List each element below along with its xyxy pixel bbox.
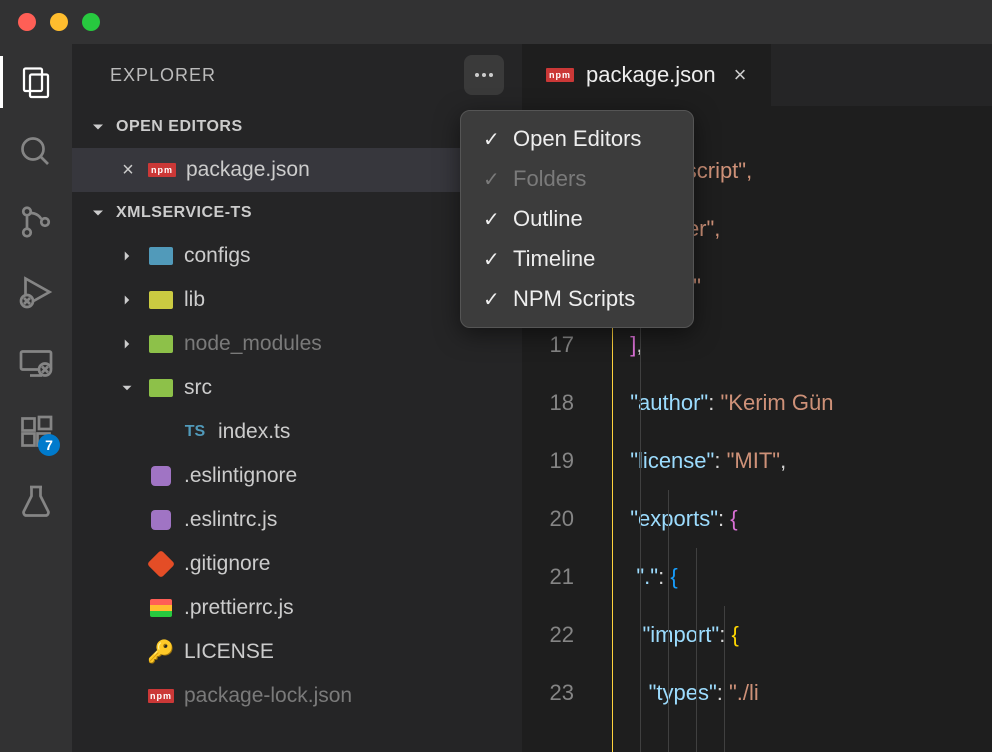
project-section[interactable]: XMLSERVICE-TS xyxy=(72,192,522,234)
tree-item-LICENSE[interactable]: 🔑 LICENSE xyxy=(72,630,522,674)
file-icon: TS xyxy=(182,419,208,445)
chevron-icon xyxy=(116,335,138,353)
tree-item-label: lib xyxy=(184,288,205,312)
chevron-icon xyxy=(116,247,138,265)
tree-item--prettierrc-js[interactable]: .prettierrc.js xyxy=(72,586,522,630)
tree-item-label: configs xyxy=(184,244,251,268)
menu-item-folders[interactable]: ✓Folders xyxy=(461,159,693,199)
tree-item-label: node_modules xyxy=(184,332,322,356)
tree-item--gitignore[interactable]: .gitignore xyxy=(72,542,522,586)
file-label: package.json xyxy=(186,158,310,182)
close-icon[interactable]: × xyxy=(734,62,747,88)
tree-item-lib[interactable]: lib xyxy=(72,278,522,322)
file-icon: 🔑 xyxy=(148,639,174,665)
explorer-more-button[interactable] xyxy=(464,55,504,95)
menu-item-outline[interactable]: ✓Outline xyxy=(461,199,693,239)
explorer-views-menu[interactable]: ✓Open Editors ✓Folders ✓Outline ✓Timelin… xyxy=(460,110,694,328)
tab-package-json[interactable]: npm package.json × xyxy=(522,44,772,106)
explorer-icon[interactable] xyxy=(16,62,56,102)
tab-bar: npm package.json × xyxy=(522,44,992,106)
chevron-down-icon xyxy=(88,117,108,137)
menu-item-open-editors[interactable]: ✓Open Editors xyxy=(461,119,693,159)
tree-item-label: .eslintignore xyxy=(184,464,297,488)
tree-item-label: .eslintrc.js xyxy=(184,508,277,532)
menu-item-npm-scripts[interactable]: ✓NPM Scripts xyxy=(461,279,693,319)
folder-icon xyxy=(148,331,174,357)
tree-item-label: package-lock.json xyxy=(184,684,352,708)
sidebar-header: EXPLORER xyxy=(72,44,522,106)
extensions-icon[interactable]: 7 xyxy=(16,412,56,452)
tree-item-configs[interactable]: configs xyxy=(72,234,522,278)
tree-item-src[interactable]: src xyxy=(72,366,522,410)
npm-file-icon: npm xyxy=(546,68,574,82)
file-icon xyxy=(148,463,174,489)
remote-icon[interactable] xyxy=(16,342,56,382)
file-icon: npm xyxy=(148,683,174,709)
npm-file-icon: npm xyxy=(148,163,176,177)
menu-item-timeline[interactable]: ✓Timeline xyxy=(461,239,693,279)
search-icon[interactable] xyxy=(16,132,56,172)
run-debug-icon[interactable] xyxy=(16,272,56,312)
close-icon[interactable]: × xyxy=(118,159,138,182)
tree-item-label: .gitignore xyxy=(184,552,270,576)
folder-icon xyxy=(148,243,174,269)
file-icon xyxy=(148,507,174,533)
tree-item-node_modules[interactable]: node_modules xyxy=(72,322,522,366)
window-minimize-button[interactable] xyxy=(50,13,68,31)
tree-item--eslintignore[interactable]: .eslintignore xyxy=(72,454,522,498)
file-tree: configs lib node_modulessrc TS index.ts .esli… xyxy=(72,234,522,718)
tree-item-package-lock-json[interactable]: npm package-lock.json xyxy=(72,674,522,718)
open-editors-section[interactable]: OPEN EDITORS xyxy=(72,106,522,148)
sidebar: EXPLORER OPEN EDITORS × npm package.json… xyxy=(72,44,522,752)
tree-item-label: src xyxy=(184,376,212,400)
window-zoom-button[interactable] xyxy=(82,13,100,31)
activity-bar: 7 xyxy=(0,44,72,752)
chevron-icon xyxy=(116,291,138,309)
tree-item-label: index.ts xyxy=(218,420,290,444)
chevron-icon xyxy=(116,379,138,397)
tree-item-index-ts[interactable]: TS index.ts xyxy=(72,410,522,454)
file-icon xyxy=(148,595,174,621)
open-editor-item[interactable]: × npm package.json xyxy=(72,148,522,192)
folder-icon xyxy=(148,287,174,313)
folder-icon xyxy=(148,375,174,401)
tree-item--eslintrc-js[interactable]: .eslintrc.js xyxy=(72,498,522,542)
window-close-button[interactable] xyxy=(18,13,36,31)
sidebar-title: EXPLORER xyxy=(110,65,216,86)
source-control-icon[interactable] xyxy=(16,202,56,242)
tab-label: package.json xyxy=(586,62,716,88)
tree-item-label: LICENSE xyxy=(184,640,274,664)
extensions-badge: 7 xyxy=(38,434,60,456)
tree-item-label: .prettierrc.js xyxy=(184,596,294,620)
testing-icon[interactable] xyxy=(16,482,56,522)
titlebar xyxy=(0,0,992,44)
chevron-down-icon xyxy=(88,203,108,223)
file-icon xyxy=(148,551,174,577)
